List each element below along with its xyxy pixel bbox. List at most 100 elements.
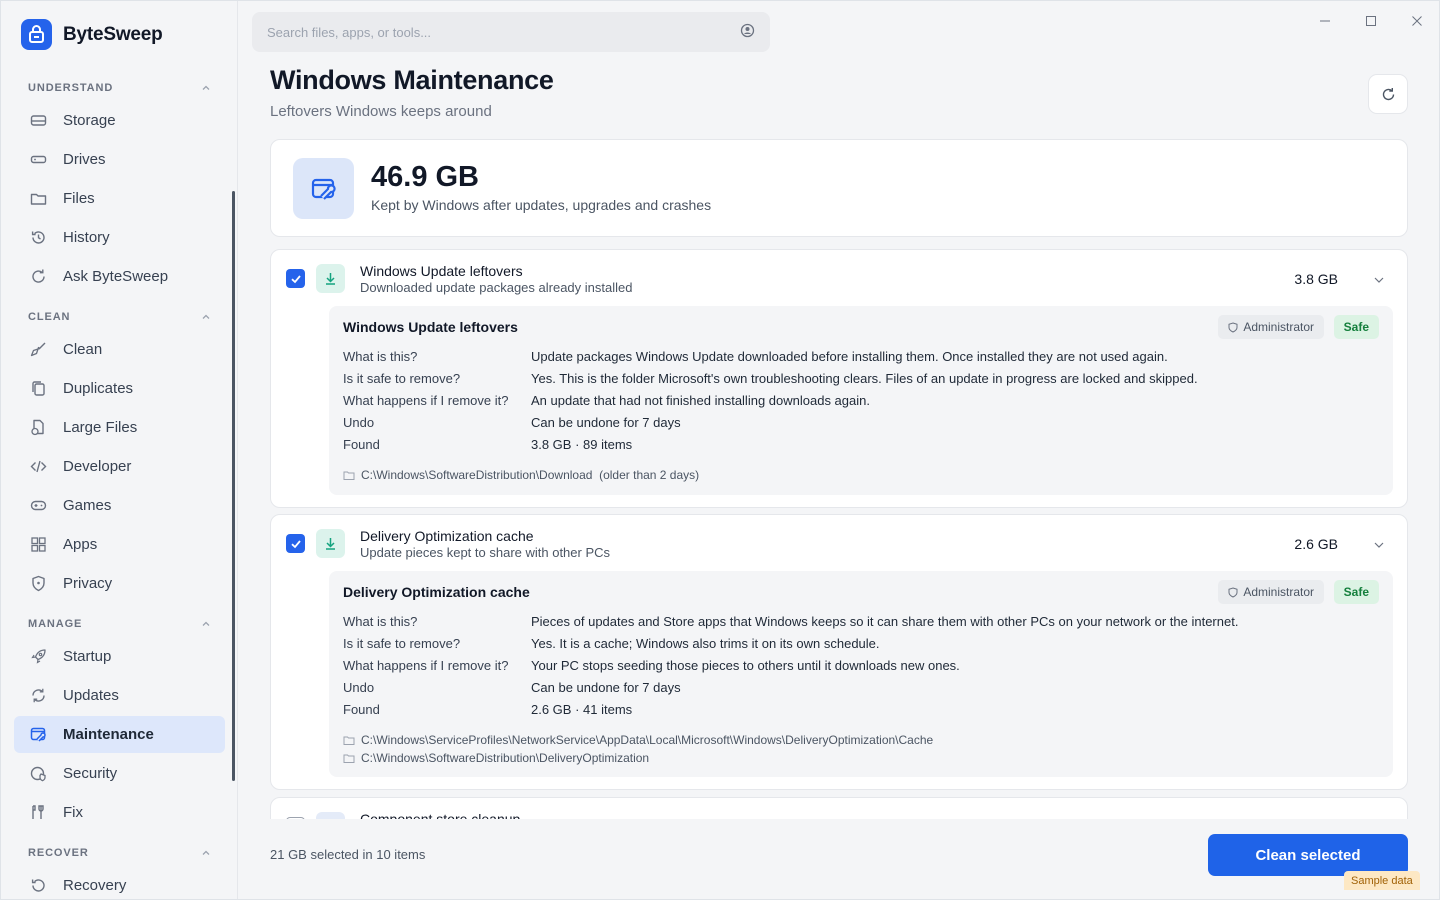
minimize-icon[interactable]: [1313, 11, 1337, 31]
folder-icon: [29, 190, 47, 208]
total-size: 46.9 GB: [371, 161, 479, 193]
drive-icon: [29, 151, 47, 169]
item-path[interactable]: C:\Windows\SoftwareDistribution\Download…: [343, 468, 699, 482]
cleanup-list[interactable]: Windows Update leftovers Downloaded upda…: [270, 249, 1410, 819]
path-text: C:\Windows\ServiceProfiles\NetworkServic…: [361, 733, 934, 747]
detail-row-found: Found 2.6 GB · 41 items: [343, 702, 632, 717]
search-bar[interactable]: [252, 12, 770, 52]
detail-value: Can be undone for 7 days: [531, 415, 681, 430]
detail-value: Update packages Windows Update downloade…: [531, 349, 1168, 364]
shield-icon: [29, 575, 47, 593]
admin-badge: Administrator: [1218, 580, 1324, 604]
sidebar-item-security[interactable]: Security: [14, 755, 225, 792]
item-checkbox[interactable]: [286, 817, 305, 819]
sidebar-item-updates[interactable]: Updates: [14, 677, 225, 714]
folder-icon: [343, 471, 355, 480]
detail-value: 3.8 GB · 89 items: [531, 437, 633, 452]
sidebar-scrollbar[interactable]: [232, 191, 235, 781]
sample-data-badge: Sample data: [1344, 871, 1420, 890]
sidebar-item-history[interactable]: History: [14, 219, 225, 256]
sidebar-item-label: Duplicates: [63, 380, 134, 397]
sidebar-item-recovery[interactable]: Recovery: [14, 867, 225, 899]
item-path[interactable]: C:\Windows\ServiceProfiles\NetworkServic…: [343, 733, 933, 747]
sidebar-item-startup[interactable]: Startup: [14, 638, 225, 675]
item-title: Component store cleanup: [360, 811, 521, 819]
clean-selected-button[interactable]: Clean selected: [1208, 834, 1408, 876]
path-text: C:\Windows\SoftwareDistribution\Download…: [361, 468, 700, 482]
section-header-recover[interactable]: RECOVER: [28, 845, 211, 861]
search-input[interactable]: [267, 24, 707, 40]
maximize-icon[interactable]: [1359, 11, 1383, 31]
sparkle-refresh-icon: [29, 268, 47, 286]
summary-description: Kept by Windows after updates, upgrades …: [371, 197, 712, 213]
sync-icon: [29, 687, 47, 705]
main-panel: Windows Maintenance Leftovers Windows ke…: [238, 1, 1439, 899]
sidebar-item-fix[interactable]: Fix: [14, 794, 225, 831]
gamepad-icon: [29, 497, 47, 515]
sidebar-item-ask-bytesweep[interactable]: Ask ByteSweep: [14, 258, 225, 295]
detail-row-undo: Undo Can be undone for 7 days: [343, 415, 681, 430]
code-icon: [29, 458, 47, 476]
item-subtitle: Downloaded update packages already insta…: [360, 280, 633, 295]
detail-key: Found: [343, 437, 380, 452]
selection-summary: 21 GB selected in 10 items: [270, 847, 426, 862]
safe-badge: Safe: [1333, 315, 1379, 339]
item-title: Windows Update leftovers: [360, 263, 523, 279]
sidebar-item-apps[interactable]: Apps: [14, 526, 225, 563]
detail-key: Undo: [343, 680, 375, 695]
detail-value: Pieces of updates and Store apps that Wi…: [531, 614, 1239, 629]
chevron-down-icon[interactable]: [1373, 274, 1385, 286]
sidebar-item-clean[interactable]: Clean: [14, 331, 225, 368]
refresh-button[interactable]: [1368, 74, 1408, 114]
item-path[interactable]: C:\Windows\SoftwareDistribution\Delivery…: [343, 751, 649, 765]
sidebar-item-label: Privacy: [63, 575, 113, 592]
sidebar-item-label: Files: [63, 190, 95, 207]
detail-key: Found: [343, 702, 380, 717]
assistant-icon[interactable]: [740, 23, 755, 41]
section-label: CLEAN: [28, 311, 71, 323]
folder-icon: [343, 736, 355, 745]
item-size: 3.8 GB: [1294, 271, 1338, 287]
sidebar-item-large-files[interactable]: Large Files: [14, 409, 225, 446]
rocket-icon: [29, 648, 47, 666]
recovery-icon: [29, 877, 47, 895]
item-checkbox[interactable]: [286, 269, 305, 288]
folder-icon: [343, 754, 355, 763]
detail-title: Delivery Optimization cache: [343, 584, 530, 600]
sidebar-item-storage[interactable]: Storage: [14, 102, 225, 139]
sidebar-item-label: Recovery: [63, 877, 127, 894]
sidebar: ByteSweep UNDERSTAND Storage Drives File…: [1, 1, 238, 899]
sidebar-item-label: Drives: [63, 151, 106, 168]
large-file-icon: [29, 419, 47, 437]
detail-value: An update that had not finished installi…: [531, 393, 870, 408]
sidebar-item-label: Security: [63, 765, 118, 782]
detail-key: Is it safe to remove?: [343, 636, 461, 651]
section-header-clean[interactable]: CLEAN: [28, 309, 211, 325]
item-size: 2.6 GB: [1294, 536, 1338, 552]
sidebar-item-drives[interactable]: Drives: [14, 141, 225, 178]
sidebar-item-maintenance[interactable]: Maintenance: [14, 716, 225, 753]
apps-grid-icon: [29, 536, 47, 554]
detail-title: Windows Update leftovers: [343, 319, 518, 335]
detail-key: Is it safe to remove?: [343, 371, 461, 386]
sidebar-item-files[interactable]: Files: [14, 180, 225, 217]
detail-row-happens: What happens if I remove it? An update t…: [343, 393, 870, 408]
item-details: Delivery Optimization cache Administrato…: [329, 571, 1393, 777]
detail-key: Undo: [343, 415, 375, 430]
sidebar-item-duplicates[interactable]: Duplicates: [14, 370, 225, 407]
cleanup-item-card: Component store cleanup: [270, 797, 1408, 819]
tools-icon: [29, 804, 47, 822]
section-header-manage[interactable]: MANAGE: [28, 616, 211, 632]
detail-key: What happens if I remove it?: [343, 393, 509, 408]
item-checkbox[interactable]: [286, 534, 305, 553]
sidebar-item-label: Games: [63, 497, 112, 514]
chevron-down-icon[interactable]: [1373, 539, 1385, 551]
sidebar-item-privacy[interactable]: Privacy: [14, 565, 225, 602]
refresh-icon: [1382, 87, 1394, 100]
storage-icon: [29, 112, 47, 130]
section-header-understand[interactable]: UNDERSTAND: [28, 80, 211, 96]
sidebar-item-games[interactable]: Games: [14, 487, 225, 524]
close-icon[interactable]: [1405, 11, 1429, 31]
sidebar-item-developer[interactable]: Developer: [14, 448, 225, 485]
sidebar-item-label: Startup: [63, 648, 112, 665]
